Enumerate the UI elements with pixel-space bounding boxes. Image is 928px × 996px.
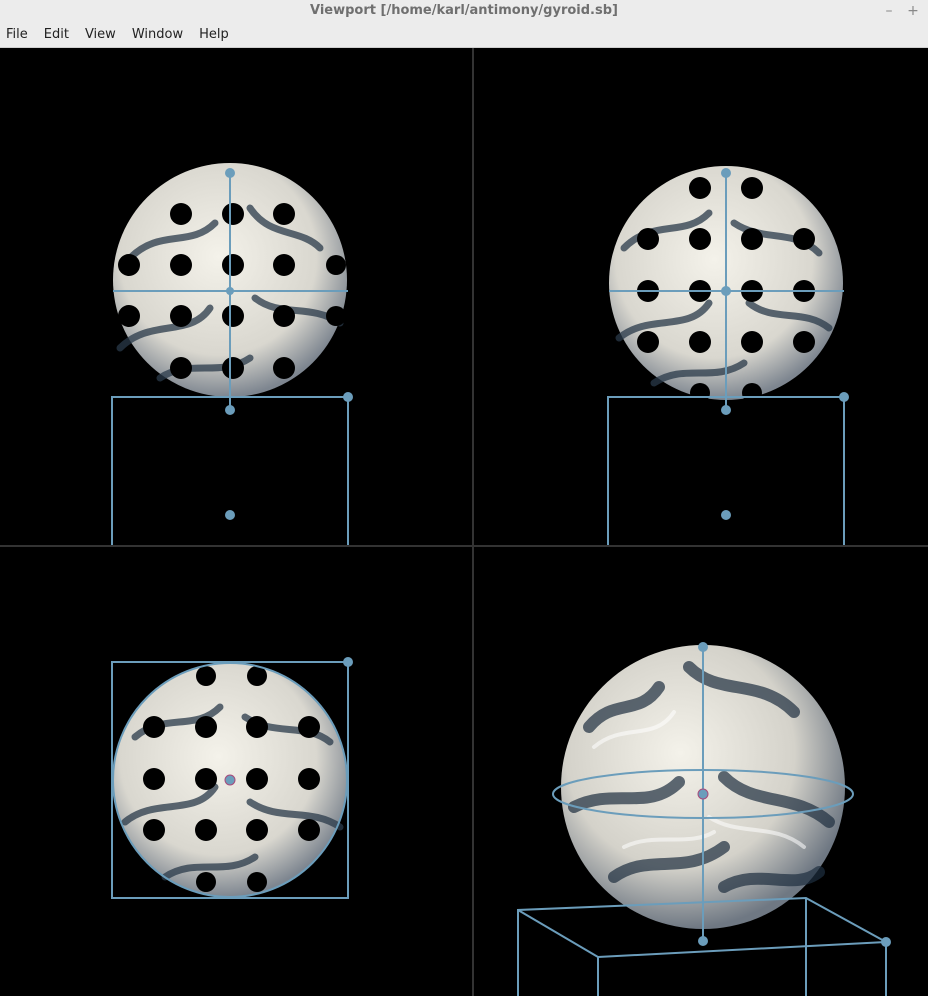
corner-handle[interactable] (881, 937, 891, 947)
menu-bar: File Edit View Window Help (0, 22, 928, 48)
viewport-horizontal-divider[interactable] (0, 545, 928, 547)
window-title: Viewport [/home/karl/antimony/gyroid.sb] (310, 3, 618, 18)
minimize-button[interactable]: – (882, 0, 896, 22)
window-controls: – + (882, 0, 920, 22)
radius-handle[interactable] (225, 168, 235, 178)
front-view-canvas (111, 163, 353, 545)
radius-handle[interactable] (225, 405, 235, 415)
menu-file[interactable]: File (0, 22, 36, 47)
center-handle[interactable] (224, 774, 236, 786)
corner-handle[interactable] (343, 392, 353, 402)
radius-handle[interactable] (698, 936, 708, 946)
radius-handle[interactable] (721, 405, 731, 415)
radius-handle[interactable] (721, 168, 731, 178)
viewport-vertical-divider[interactable] (472, 48, 474, 996)
menu-help[interactable]: Help (191, 22, 237, 47)
viewport-front[interactable] (0, 48, 472, 545)
viewport-side[interactable] (474, 48, 928, 545)
center-handle[interactable] (225, 510, 235, 520)
center-handle[interactable] (721, 510, 731, 520)
center-handle[interactable] (697, 788, 709, 800)
menu-edit[interactable]: Edit (36, 22, 77, 47)
viewport-top[interactable] (0, 547, 472, 996)
center-handle[interactable] (226, 287, 234, 295)
corner-handle[interactable] (343, 657, 353, 667)
corner-handle[interactable] (839, 392, 849, 402)
maximize-button[interactable]: + (906, 0, 920, 22)
window-titlebar: Viewport [/home/karl/antimony/gyroid.sb]… (0, 0, 928, 22)
menu-window[interactable]: Window (124, 22, 191, 47)
side-view-canvas (607, 166, 849, 545)
viewport-perspective[interactable] (474, 547, 928, 996)
center-handle[interactable] (721, 286, 731, 296)
perspective-view-canvas (517, 642, 891, 996)
menu-view[interactable]: View (77, 22, 124, 47)
viewport-grid (0, 48, 928, 996)
top-view-canvas (111, 657, 353, 899)
radius-handle[interactable] (698, 642, 708, 652)
